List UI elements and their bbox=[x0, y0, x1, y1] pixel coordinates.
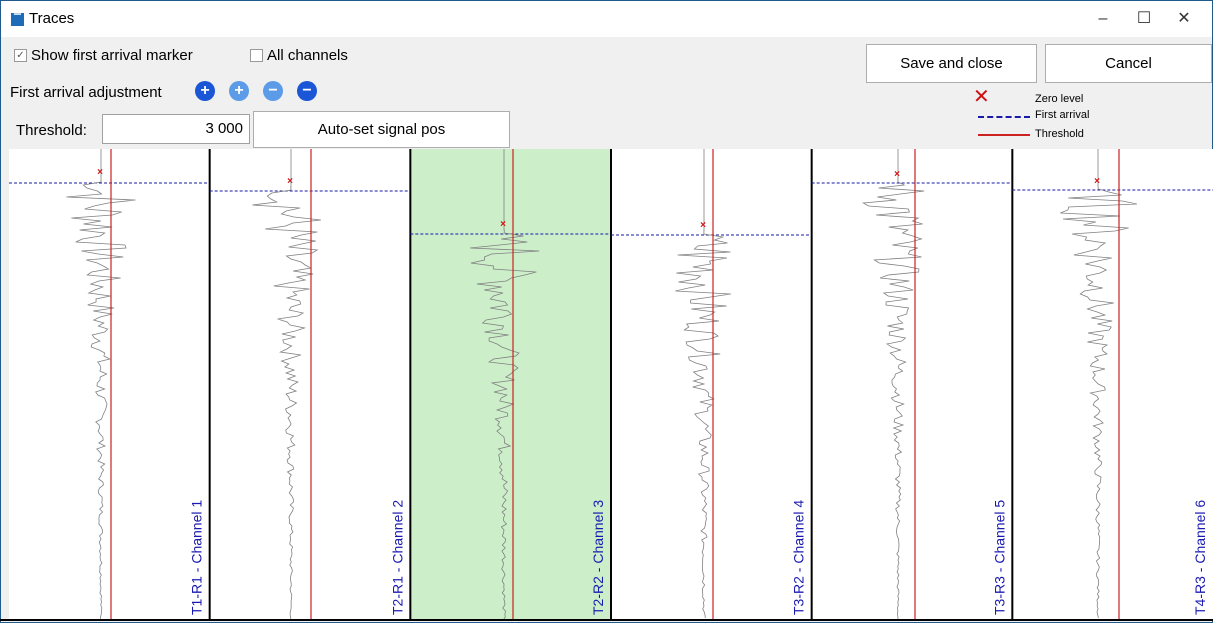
toolbar: ✓ Show first arrival marker All channels… bbox=[1, 37, 1212, 149]
traces-window: ▔ Traces – ☐ ✕ ✓ Show first arrival mark… bbox=[0, 0, 1213, 623]
save-and-close-button[interactable]: Save and close bbox=[866, 44, 1037, 83]
channel-label: T3-R3 - Channel 5 bbox=[991, 500, 1007, 615]
channel-label: T2-R1 - Channel 2 bbox=[389, 500, 405, 615]
close-button[interactable]: ✕ bbox=[1164, 7, 1204, 31]
channel-label: T4-R3 - Channel 6 bbox=[1192, 500, 1208, 615]
zero-level-marker-icon: × bbox=[500, 219, 506, 230]
adjust-minus-large-button[interactable]: − bbox=[297, 81, 317, 101]
waveform-trace bbox=[1060, 149, 1137, 619]
show-marker-label: Show first arrival marker bbox=[31, 47, 193, 64]
minimize-button[interactable]: – bbox=[1083, 7, 1123, 31]
adjust-plus-small-button[interactable]: + bbox=[229, 81, 249, 101]
all-channels-label: All channels bbox=[267, 47, 348, 64]
legend: ✕ Zero level First arrival Threshold bbox=[973, 86, 1173, 149]
legend-threshold-text: Threshold bbox=[1035, 128, 1084, 140]
zero-level-marker-icon: × bbox=[700, 220, 706, 231]
cancel-button[interactable]: Cancel bbox=[1045, 44, 1212, 83]
adjust-plus-large-button[interactable]: + bbox=[195, 81, 215, 101]
all-channels-checkbox[interactable]: All channels bbox=[250, 47, 348, 64]
zero-level-marker-icon: × bbox=[894, 169, 900, 180]
show-marker-checkbox[interactable]: ✓ Show first arrival marker bbox=[14, 47, 193, 64]
traces-plot[interactable]: × T1-R1 - Channel 1 × T2-R1 - Channel 2 × T2-… bbox=[9, 149, 1213, 621]
adjust-minus-small-button[interactable]: − bbox=[263, 81, 283, 101]
selected-channel-bg bbox=[410, 149, 611, 621]
zero-level-marker-icon: × bbox=[287, 176, 293, 187]
checkbox-unchecked-icon bbox=[250, 49, 263, 62]
maximize-button[interactable]: ☐ bbox=[1124, 7, 1164, 31]
legend-zero-level-text: Zero level bbox=[1035, 93, 1084, 105]
threshold-label: Threshold: bbox=[16, 122, 87, 139]
zero-level-marker-icon: × bbox=[1094, 176, 1100, 187]
threshold-input[interactable]: 3 000 bbox=[102, 114, 250, 144]
threshold-line-icon bbox=[978, 134, 1030, 136]
plot-bottom-border bbox=[0, 619, 1213, 621]
legend-first-arrival-text: First arrival bbox=[1035, 109, 1090, 121]
window-title: Traces bbox=[29, 10, 75, 27]
channel-label: T1-R1 - Channel 1 bbox=[189, 500, 205, 615]
zero-level-x-icon: ✕ bbox=[973, 86, 990, 108]
first-arrival-line-icon bbox=[978, 116, 1030, 118]
title-bar: ▔ Traces – ☐ ✕ bbox=[1, 1, 1212, 37]
checkbox-checked-icon: ✓ bbox=[14, 49, 27, 62]
auto-set-signal-button[interactable]: Auto-set signal pos bbox=[253, 111, 510, 148]
channel-label: T2-R2 - Channel 3 bbox=[590, 500, 606, 615]
channel-label: T3-R2 - Channel 4 bbox=[791, 500, 807, 615]
adjustment-label: First arrival adjustment bbox=[10, 84, 162, 101]
waveform-trace bbox=[66, 149, 136, 621]
zero-level-marker-icon: × bbox=[97, 167, 103, 178]
app-icon: ▔ bbox=[11, 13, 24, 26]
